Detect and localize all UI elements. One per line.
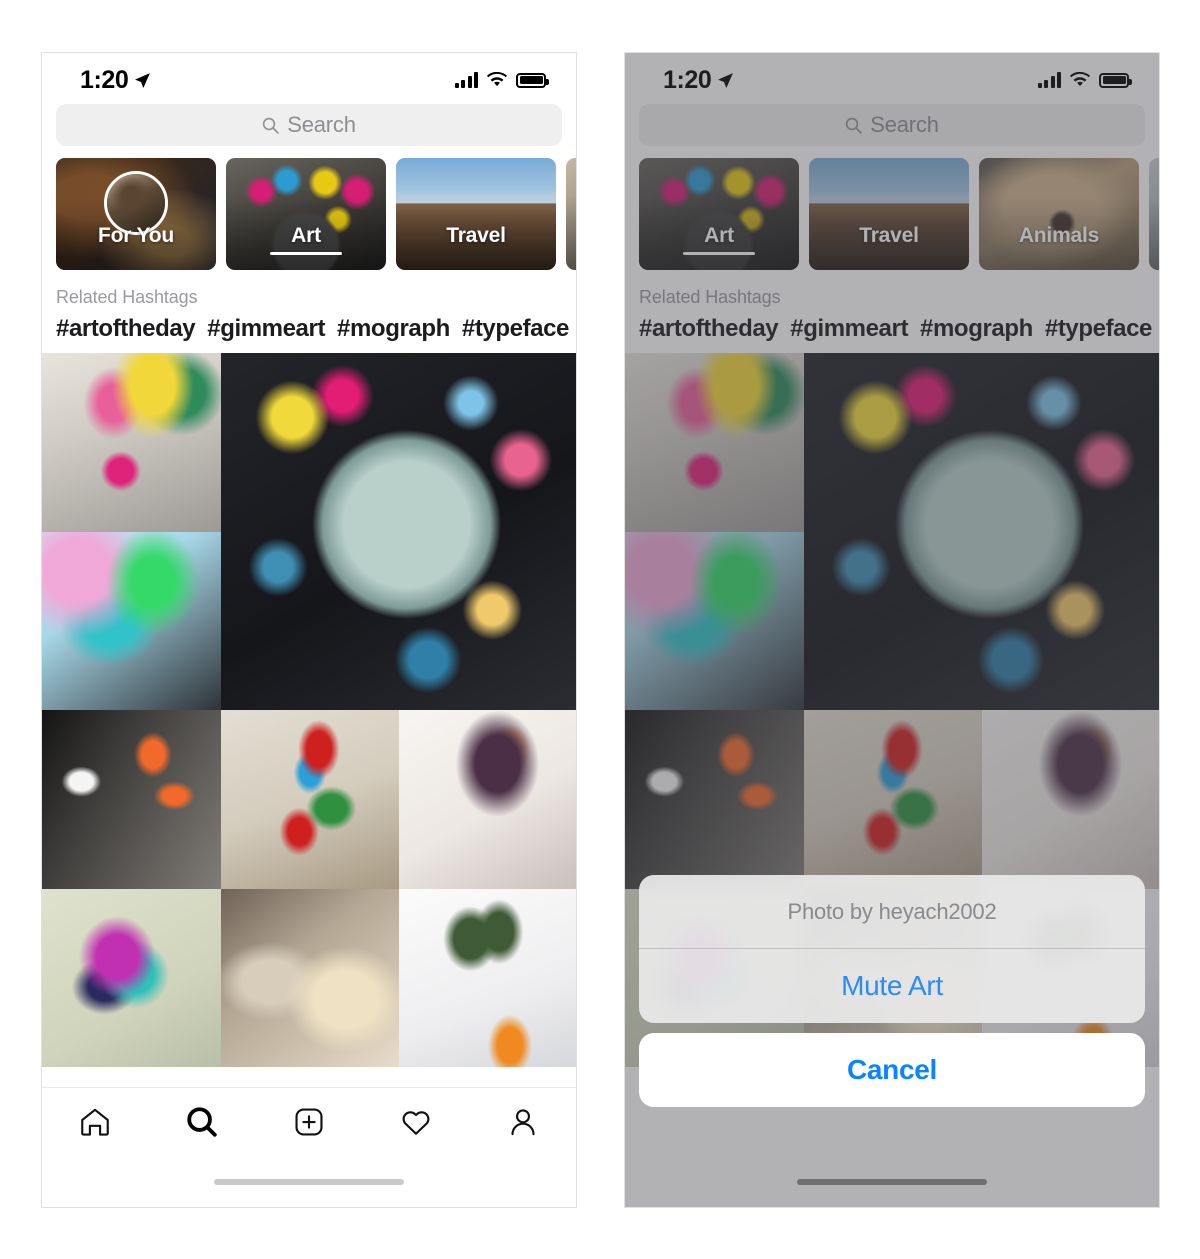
search-icon	[187, 1107, 217, 1137]
tab-profile[interactable]	[469, 1105, 576, 1139]
selected-indicator	[270, 251, 342, 255]
cancel-button[interactable]: Cancel	[639, 1033, 1145, 1107]
battery-full-icon	[516, 72, 549, 88]
grid-photo[interactable]	[42, 531, 221, 711]
plus-square-icon	[295, 1108, 323, 1136]
related-hashtags-section: Related Hashtags #artoftheday #gimmeart #m…	[42, 270, 576, 353]
search-placeholder: Search	[287, 112, 356, 137]
tab-search[interactable]	[149, 1105, 256, 1139]
category-tile-art[interactable]: Art	[226, 158, 386, 270]
instagram-explore-screen: 1:20 Search For You Art Travel Related H…	[42, 53, 576, 1207]
mute-art-button[interactable]: Mute Art	[639, 949, 1145, 1023]
screenshot-stage: 1:20 Search For You Art Travel Related H…	[0, 0, 1200, 1259]
grid-photo[interactable]	[220, 710, 400, 889]
grid-row	[42, 353, 576, 711]
category-overlay	[566, 158, 576, 270]
category-tab-strip[interactable]: For You Art Travel	[42, 146, 576, 270]
cellular-bars-icon	[454, 72, 478, 88]
home-indicator	[797, 1179, 987, 1185]
status-time: 1:20	[80, 65, 129, 94]
home-icon	[81, 1108, 110, 1136]
home-indicator	[214, 1179, 404, 1185]
tab-home[interactable]	[42, 1105, 149, 1139]
instagram-explore-screen-muted: 1:20 Search Art Travel Animals Related H…	[625, 53, 1159, 1207]
heart-icon	[402, 1111, 430, 1135]
person-icon	[511, 1109, 535, 1136]
category-tile-travel[interactable]: Travel	[396, 158, 556, 270]
hashtag-item[interactable]: #typeface	[462, 315, 570, 342]
action-sheet: Photo by heyach2002 Mute Art Cancel	[639, 875, 1145, 1107]
grid-column-small	[42, 353, 221, 711]
phone-frame-left: 1:20 Search For You Art Travel Related H…	[41, 52, 577, 1208]
category-label: For You	[98, 224, 174, 247]
category-overlay	[396, 158, 556, 270]
status-bar-right	[454, 72, 549, 88]
status-bar-left: 1:20	[80, 66, 151, 95]
bottom-tab-bar	[42, 1087, 576, 1207]
wifi-icon	[487, 72, 507, 87]
grid-photo[interactable]	[42, 710, 221, 889]
related-hashtags-title: Related Hashtags	[56, 287, 198, 307]
grid-row	[42, 710, 576, 889]
action-sheet-group: Photo by heyach2002 Mute Art	[639, 875, 1145, 1023]
hashtag-list[interactable]: #artoftheday#gimmeart#mograph#typeface#a…	[56, 315, 569, 343]
tab-activity[interactable]	[362, 1105, 469, 1139]
location-arrow-icon	[135, 72, 151, 88]
category-label: Travel	[446, 224, 506, 247]
category-tile-for-you[interactable]: For You	[56, 158, 216, 270]
tab-create[interactable]	[256, 1105, 363, 1139]
phone-frame-right: 1:20 Search Art Travel Animals Related H…	[624, 52, 1160, 1208]
category-label: Art	[291, 224, 321, 247]
search-input[interactable]: Search	[56, 104, 562, 146]
hashtag-item[interactable]: #mograph	[337, 315, 450, 342]
grid-photo[interactable]	[399, 710, 576, 889]
grid-photo[interactable]	[42, 888, 221, 1068]
grid-photo[interactable]	[399, 888, 576, 1068]
grid-photo-feature[interactable]	[220, 353, 576, 711]
explore-photo-grid	[42, 353, 576, 1068]
search-icon	[263, 117, 280, 134]
status-bar: 1:20	[42, 53, 576, 101]
grid-photo[interactable]	[42, 353, 221, 532]
action-sheet-title: Photo by heyach2002	[639, 875, 1145, 949]
hashtag-item[interactable]: #gimmeart	[207, 315, 325, 342]
hashtag-item[interactable]: #artoftheday	[56, 315, 196, 342]
grid-photo[interactable]	[220, 888, 400, 1068]
category-tile-next[interactable]	[566, 158, 576, 270]
grid-row	[42, 888, 576, 1068]
